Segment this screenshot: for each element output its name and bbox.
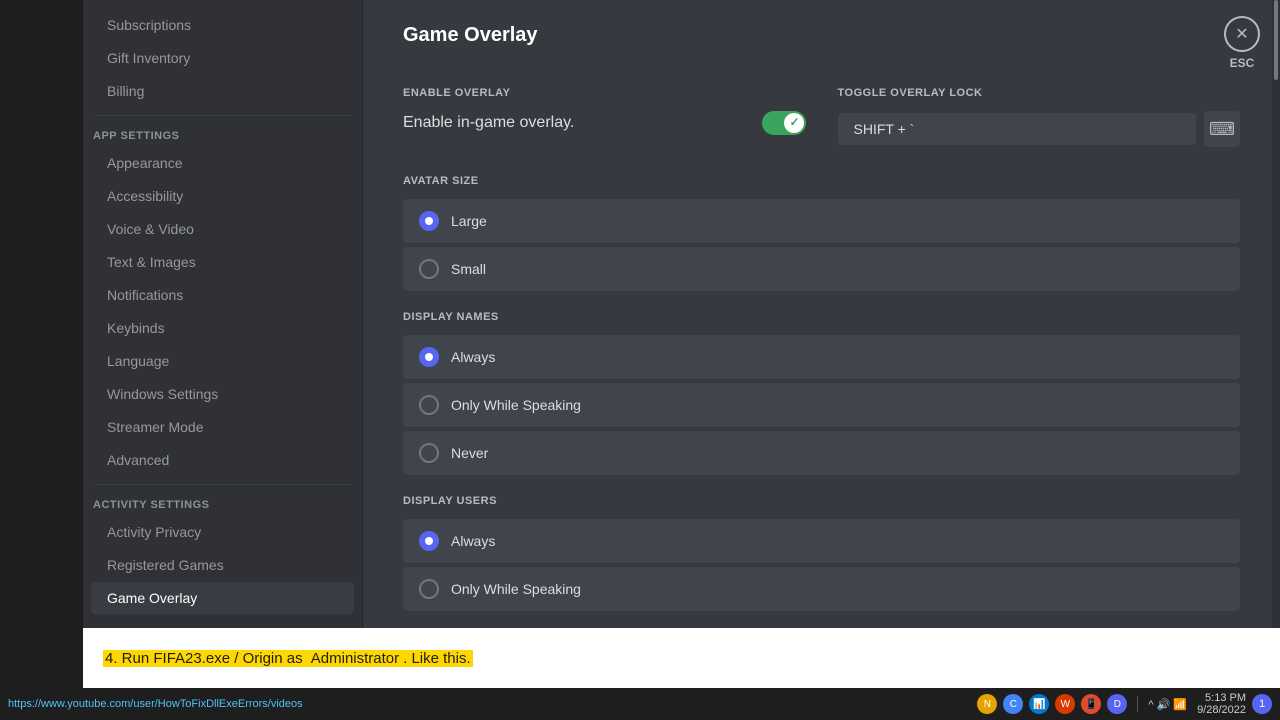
avatar-small-option[interactable]: Small [403,247,1240,291]
sidebar-item-windows-settings[interactable]: Windows Settings [91,378,354,410]
sidebar-item-advanced[interactable]: Advanced [91,444,354,476]
avatar-small-radio [419,259,439,279]
toggle-lock-label: TOGGLE OVERLAY LOCK [838,87,1241,99]
scrollbar-thumb [1274,0,1278,80]
taskbar-date: 9/28/2022 [1197,704,1246,716]
display-names-section: DISPLAY NAMES Always Only While Speaking… [403,311,1240,475]
taskbar-icon-discord[interactable]: D [1107,694,1127,714]
taskbar-icon-1[interactable]: N [977,694,997,714]
keyboard-icon[interactable]: ⌨ [1204,111,1240,147]
taskbar-url: https://www.youtube.com/user/HowToFixDll… [8,698,973,710]
esc-label: ESC [1230,56,1255,70]
left-strip [0,0,83,660]
toggle-row: Enable in-game overlay. ✓ [403,111,806,135]
display-users-always-option[interactable]: Always [403,519,1240,563]
enable-overlay-section: ENABLE OVERLAY Enable in-game overlay. ✓ [403,67,806,155]
sidebar-section-app-settings: APP SETTINGS [83,124,362,146]
avatar-large-option[interactable]: Large [403,199,1240,243]
display-users-section: DISPLAY USERS Always Only While Speaking [403,495,1240,611]
step-text-after: . Like this. [401,650,473,667]
page-title: Game Overlay [403,24,1240,47]
display-users-always-radio [419,531,439,551]
main-content: ✕ ESC Game Overlay ENABLE OVERLAY Enable… [363,0,1280,660]
toggle-text: Enable in-game overlay. [403,114,574,132]
taskbar-divider [1137,696,1138,712]
sidebar-item-subscriptions[interactable]: Subscriptions [91,9,354,41]
sidebar-item-game-overlay[interactable]: Game Overlay [91,582,354,614]
display-users-label: DISPLAY USERS [403,495,1240,507]
esc-button[interactable]: ✕ ESC [1224,16,1260,70]
avatar-size-label: AVATAR SIZE [403,175,1240,187]
display-names-never-radio [419,443,439,463]
taskbar: https://www.youtube.com/user/HowToFixDll… [0,688,1280,720]
display-names-always-label: Always [451,349,495,365]
sidebar-divider-2 [93,484,352,485]
avatar-small-label: Small [451,261,486,277]
esc-circle: ✕ [1224,16,1260,52]
settings-window: Subscriptions Gift Inventory Billing APP… [83,0,1280,660]
overlay-top-row: ENABLE OVERLAY Enable in-game overlay. ✓… [403,67,1240,155]
step-text-before: 4. Run FIFA23.exe / Origin as [103,650,309,667]
taskbar-icon-5[interactable]: 📱 [1081,694,1101,714]
display-users-speaking-radio [419,579,439,599]
notification-badge[interactable]: 1 [1252,694,1272,714]
taskbar-clock: 5:13 PM 9/28/2022 [1197,692,1246,716]
shortcut-box: SHIFT + ` [838,113,1197,145]
display-names-always-radio [419,347,439,367]
sidebar-item-appearance[interactable]: Appearance [91,147,354,179]
sidebar-item-registered-games[interactable]: Registered Games [91,549,354,581]
avatar-size-section: AVATAR SIZE Large Small [403,175,1240,291]
enable-overlay-label: ENABLE OVERLAY [403,87,806,99]
sidebar-item-gift-inventory[interactable]: Gift Inventory [91,42,354,74]
taskbar-icons: N C 📊 W 📱 D ^ 🔊 📶 5:13 PM 9/28/2022 1 [977,692,1272,716]
sidebar-item-billing[interactable]: Billing [91,75,354,107]
sidebar-item-voice-video[interactable]: Voice & Video [91,213,354,245]
sidebar-item-text-images[interactable]: Text & Images [91,246,354,278]
sidebar-item-keybinds[interactable]: Keybinds [91,312,354,344]
step-text: 4. Run FIFA23.exe / Origin as Administra… [103,650,473,667]
sidebar-item-streamer-mode[interactable]: Streamer Mode [91,411,354,443]
right-scrollbar[interactable] [1272,0,1280,660]
taskbar-system-icons: ^ 🔊 📶 [1148,698,1187,711]
display-names-speaking-label: Only While Speaking [451,397,581,413]
display-users-speaking-option[interactable]: Only While Speaking [403,567,1240,611]
overlay-toggle[interactable]: ✓ [762,111,806,135]
sidebar-item-language[interactable]: Language [91,345,354,377]
step-highlight: Administrator [309,650,401,667]
display-names-never-option[interactable]: Never [403,431,1240,475]
avatar-large-radio [419,211,439,231]
sidebar-item-activity-privacy[interactable]: Activity Privacy [91,516,354,548]
taskbar-icon-4[interactable]: W [1055,694,1075,714]
display-users-speaking-label: Only While Speaking [451,581,581,597]
sidebar: Subscriptions Gift Inventory Billing APP… [83,0,363,660]
sidebar-divider-1 [93,115,352,116]
display-names-never-label: Never [451,445,488,461]
taskbar-icon-2[interactable]: C [1003,694,1023,714]
display-names-speaking-radio [419,395,439,415]
bottom-strip: 4. Run FIFA23.exe / Origin as Administra… [83,628,1280,688]
taskbar-time: 5:13 PM [1197,692,1246,704]
sidebar-item-accessibility[interactable]: Accessibility [91,180,354,212]
sidebar-item-notifications[interactable]: Notifications [91,279,354,311]
toggle-check: ✓ [789,115,799,129]
toggle-lock-section: TOGGLE OVERLAY LOCK SHIFT + ` ⌨ [838,67,1241,155]
avatar-large-label: Large [451,213,487,229]
display-names-always-option[interactable]: Always [403,335,1240,379]
display-names-label: DISPLAY NAMES [403,311,1240,323]
taskbar-icon-3[interactable]: 📊 [1029,694,1049,714]
shortcut-row: SHIFT + ` ⌨ [838,111,1241,147]
display-names-speaking-option[interactable]: Only While Speaking [403,383,1240,427]
display-users-always-label: Always [451,533,495,549]
sidebar-section-activity-settings: ACTIVITY SETTINGS [83,493,362,515]
